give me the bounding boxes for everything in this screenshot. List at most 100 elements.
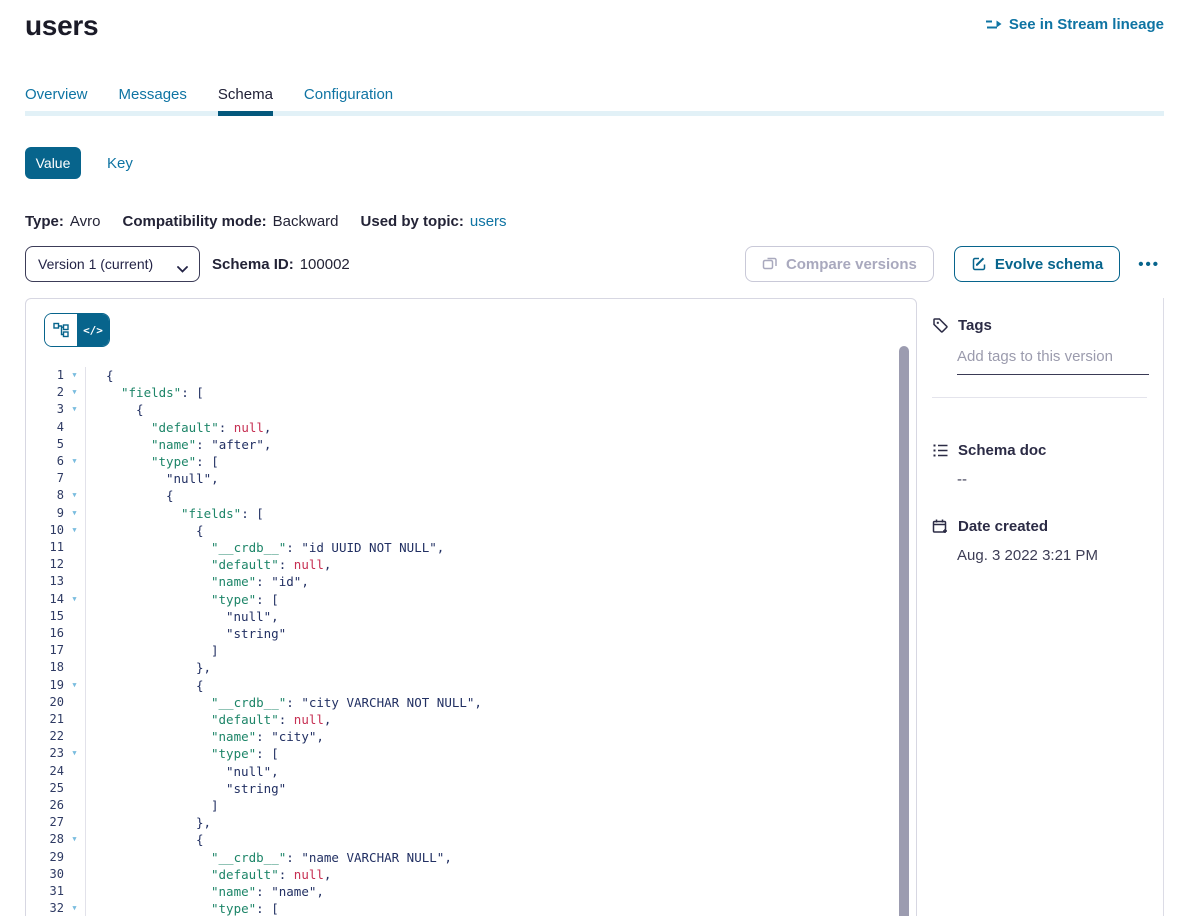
compare-versions-button[interactable]: Compare versions [745,246,934,282]
code-line-text: "null", [85,763,916,780]
schema-id-value: 100002 [300,256,350,273]
code-scrollbar[interactable] [899,346,909,916]
schema-meta-row: Type: Avro Compatibility mode: Backward … [25,213,1164,230]
fold-toggle-icon[interactable]: ▼ [64,401,85,418]
schema-type-value: Avro [70,213,101,230]
code-line-text: "type": [ [85,745,916,762]
code-line: 24 "null", [26,763,916,780]
line-number: 20 [26,694,64,711]
more-actions-button[interactable]: ••• [1134,256,1164,273]
stream-lineage-icon [985,18,1002,31]
evolve-schema-label: Evolve schema [995,256,1103,273]
schema-sidebar: Tags Schema doc [917,298,1164,916]
compatibility-mode: Compatibility mode: Backward [122,213,338,230]
add-tags-input[interactable] [957,344,1149,375]
schema-doc-title: Schema doc [958,442,1046,459]
line-number: 6 [26,453,64,470]
code-line-text: "null", [85,608,916,625]
code-line-text: "name": "city", [85,728,916,745]
used-by-topic-link[interactable]: users [470,213,507,230]
code-line-text: "__crdb__": "id UUID NOT NULL", [85,539,916,556]
code-line-text: "name": "name", [85,883,916,900]
code-line: 10▼{ [26,522,916,539]
line-number: 23 [26,745,64,762]
version-toolbar: Version 1 (current) Schema ID: 100002 Co… [25,246,1164,282]
line-number: 4 [26,419,64,436]
line-number: 24 [26,763,64,780]
code-line: 28▼{ [26,831,916,848]
compatibility-mode-label: Compatibility mode: [122,213,266,230]
fold-toggle-icon[interactable]: ▼ [64,384,85,401]
fold-spacer [64,625,85,642]
date-created-value: Aug. 3 2022 3:21 PM [957,547,1149,564]
fold-toggle-icon[interactable]: ▼ [64,505,85,522]
code-line: 6▼"type": [ [26,453,916,470]
line-number: 3 [26,401,64,418]
fold-toggle-icon[interactable]: ▼ [64,522,85,539]
code-editor-lines: 1▼{2▼"fields": [3▼{4"default": null,5"na… [26,367,916,916]
fold-toggle-icon[interactable]: ▼ [64,453,85,470]
used-by-topic: Used by topic: users [361,213,507,230]
code-line-text: "default": null, [85,866,916,883]
line-number: 16 [26,625,64,642]
code-editor[interactable]: 1▼{2▼"fields": [3▼{4"default": null,5"na… [26,367,916,916]
line-number: 26 [26,797,64,814]
code-line: 9▼"fields": [ [26,505,916,522]
code-line: 19▼{ [26,677,916,694]
tab-underline-track [25,111,1164,116]
schema-type: Type: Avro [25,213,100,230]
fold-toggle-icon[interactable]: ▼ [64,745,85,762]
tab-schema[interactable]: Schema [218,86,273,116]
fold-toggle-icon[interactable]: ▼ [64,487,85,504]
line-number: 31 [26,883,64,900]
line-number: 10 [26,522,64,539]
fold-toggle-icon[interactable]: ▼ [64,591,85,608]
version-select[interactable]: Version 1 (current) [25,246,200,282]
fold-spacer [64,419,85,436]
line-number: 13 [26,573,64,590]
fold-toggle-icon[interactable]: ▼ [64,367,85,384]
fold-toggle-icon[interactable]: ▼ [64,677,85,694]
stream-lineage-link[interactable]: See in Stream lineage [985,16,1164,33]
fold-spacer [64,694,85,711]
line-number: 22 [26,728,64,745]
fold-toggle-icon[interactable]: ▼ [64,831,85,848]
stream-lineage-label: See in Stream lineage [1009,16,1164,33]
tree-view-button[interactable] [45,314,77,346]
code-line: 7"null", [26,470,916,487]
code-line-text: "name": "id", [85,573,916,590]
version-select-wrap: Version 1 (current) [25,246,200,282]
fold-spacer [64,711,85,728]
tab-bar: Overview Messages Schema Configuration [25,86,1164,116]
code-line: 1▼{ [26,367,916,384]
evolve-schema-button[interactable]: Evolve schema [954,246,1120,282]
line-number: 30 [26,866,64,883]
tab-overview-label: Overview [25,86,88,103]
code-line: 12"default": null, [26,556,916,573]
line-number: 29 [26,849,64,866]
line-number: 28 [26,831,64,848]
fold-spacer [64,728,85,745]
value-tab-button[interactable]: Value [25,147,81,179]
date-created-section: Date created Aug. 3 2022 3:21 PM [932,518,1149,564]
fold-spacer [64,573,85,590]
code-line-text: { [85,522,916,539]
code-line-text: "fields": [ [85,384,916,401]
line-number: 11 [26,539,64,556]
code-view-button[interactable]: </> [77,314,109,346]
compatibility-mode-value: Backward [273,213,339,230]
fold-toggle-icon[interactable]: ▼ [64,900,85,916]
code-line: 8▼{ [26,487,916,504]
tab-schema-label: Schema [218,86,273,103]
schema-content: </> 1▼{2▼"fields": [3▼{4"default": null,… [25,298,1164,916]
fold-spacer [64,797,85,814]
code-line-text: }, [85,659,916,676]
code-line: 4"default": null, [26,419,916,436]
fold-spacer [64,659,85,676]
fold-spacer [64,763,85,780]
code-line: 20"__crdb__": "city VARCHAR NOT NULL", [26,694,916,711]
view-mode-toggle: </> [44,313,110,347]
schema-type-label: Type: [25,213,64,230]
fold-spacer [64,849,85,866]
key-tab-button[interactable]: Key [107,155,133,172]
